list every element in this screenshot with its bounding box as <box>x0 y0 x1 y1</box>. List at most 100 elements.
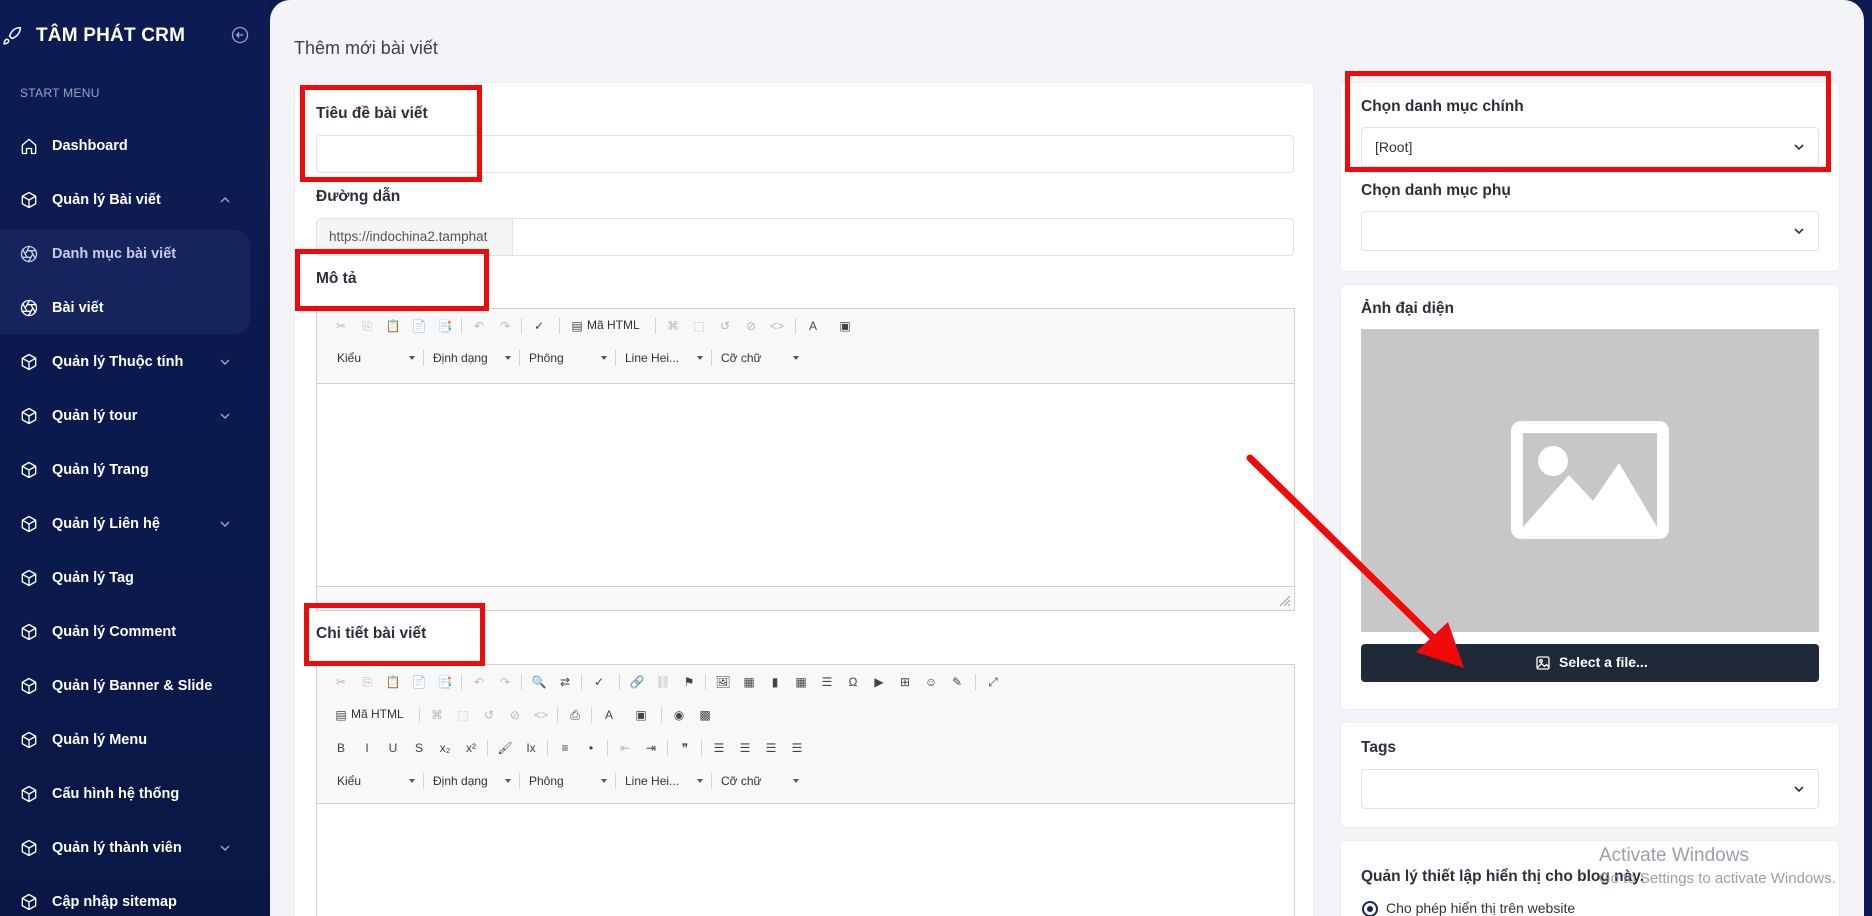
combo-4[interactable]: Cỡ chữ <box>715 348 803 368</box>
bg-color-icon[interactable]: ▣ <box>631 705 651 725</box>
combo-2[interactable]: Phông <box>523 771 611 791</box>
paste-text-icon[interactable]: 📄 <box>409 672 429 692</box>
replace-icon[interactable]: ⇄ <box>555 672 575 692</box>
indent-icon[interactable]: ⇥ <box>641 738 661 758</box>
slug-input[interactable]: https://indochina2.tamphat <box>316 218 1294 256</box>
undo-format-icon[interactable]: ↺ <box>479 705 499 725</box>
special-char-icon[interactable]: Ω <box>843 672 863 692</box>
numbered-list-icon[interactable]: ≡ <box>555 738 575 758</box>
redo-icon[interactable]: ↷ <box>495 316 515 336</box>
undo-icon[interactable]: ↶ <box>469 672 489 692</box>
undo-icon[interactable]: ↶ <box>469 316 489 336</box>
qrcode-icon[interactable]: ▩ <box>695 705 715 725</box>
cut-icon[interactable]: ✂ <box>331 316 351 336</box>
preview-icon[interactable]: ⎙ <box>565 705 585 725</box>
sidebar-item-qu-n-l-comment[interactable]: Quản lý Comment <box>0 612 270 652</box>
copy-icon[interactable]: ⎘ <box>357 316 377 336</box>
subscript-icon[interactable]: x₂ <box>435 738 455 758</box>
remove-format-icon[interactable]: ⊘ <box>741 316 761 336</box>
select-all-icon[interactable]: ⬚ <box>453 705 473 725</box>
code-icon[interactable]: <> <box>531 705 551 725</box>
link-icon[interactable]: 🔗 <box>627 672 647 692</box>
source-button[interactable]: Mã HTML <box>587 318 640 332</box>
source-button[interactable]: Mã HTML <box>351 707 404 721</box>
draw-icon[interactable]: ✎ <box>947 672 967 692</box>
combo-3[interactable]: Line Hei... <box>619 348 707 368</box>
combo-0[interactable]: Kiểu <box>331 348 419 368</box>
format-painter-icon[interactable]: 🖌 <box>495 738 515 758</box>
sidebar-item-qu-n-l-th-nh-vi-n[interactable]: Quản lý thành viên <box>0 828 270 868</box>
tags-select[interactable] <box>1361 769 1819 809</box>
spellcheck-icon[interactable]: ✓ <box>529 316 549 336</box>
emoji-icon[interactable]: ☺ <box>921 672 941 692</box>
code-icon[interactable]: <> <box>767 316 787 336</box>
sidebar-item-c-u-h-nh-h-th-ng[interactable]: Cấu hình hệ thống <box>0 774 270 814</box>
media-icon[interactable]: ▮ <box>765 672 785 692</box>
align-left-icon[interactable]: ☰ <box>709 738 729 758</box>
collapse-sidebar-icon[interactable] <box>230 25 250 45</box>
align-right-icon[interactable]: ☰ <box>761 738 781 758</box>
source-doc-icon[interactable]: ▤ <box>567 316 587 336</box>
combo-1[interactable]: Định dạng <box>427 348 515 368</box>
bullet-list-icon[interactable]: • <box>581 738 601 758</box>
combo-2[interactable]: Phông <box>523 348 611 368</box>
combo-3[interactable]: Line Hei... <box>619 771 707 791</box>
combo-0[interactable]: Kiểu <box>331 771 419 791</box>
copy-icon[interactable]: ⎘ <box>357 672 377 692</box>
find-icon[interactable]: 🔍 <box>529 672 549 692</box>
blockquote-icon[interactable]: ❞ <box>675 738 695 758</box>
underline-icon[interactable]: U <box>383 738 403 758</box>
select-all-icon[interactable]: ⬚ <box>689 316 709 336</box>
play-icon[interactable]: ◉ <box>669 705 689 725</box>
detail-content-area[interactable] <box>317 804 1294 916</box>
outdent-icon[interactable]: ⇤ <box>615 738 635 758</box>
remove-format-icon[interactable]: ⊘ <box>505 705 525 725</box>
sidebar-item-qu-n-l-li-n-h[interactable]: Quản lý Liên hệ <box>0 504 270 544</box>
bg-color-icon[interactable]: ▣ <box>835 316 855 336</box>
sidebar-item-qu-n-l-trang[interactable]: Quản lý Trang <box>0 450 270 490</box>
iframe-icon[interactable]: ⊞ <box>895 672 915 692</box>
superscript-icon[interactable]: x² <box>461 738 481 758</box>
table-icon[interactable]: ▦ <box>791 672 811 692</box>
paste-word-icon[interactable]: 📑 <box>435 316 455 336</box>
sidebar-item-danh-m-c-b-i-vi-t[interactable]: Danh mục bài viết <box>0 234 270 274</box>
find-icon[interactable]: ⌘ <box>663 316 683 336</box>
strike-icon[interactable]: S <box>409 738 429 758</box>
paste-icon[interactable]: 📋 <box>383 316 403 336</box>
combo-4[interactable]: Cỡ chữ <box>715 771 803 791</box>
sidebar-item-c-p-nh-p-sitemap[interactable]: Cập nhập sitemap <box>0 882 270 916</box>
unlink-icon[interactable]: ⛓ <box>653 672 673 692</box>
text-color-icon[interactable]: A <box>599 705 619 725</box>
brand[interactable]: TÂM PHÁT CRM <box>0 22 270 48</box>
display-on-website-radio[interactable] <box>1362 901 1378 916</box>
paste-word-icon[interactable]: 📑 <box>435 672 455 692</box>
redo-icon[interactable]: ↷ <box>495 672 515 692</box>
bold-icon[interactable]: B <box>331 738 351 758</box>
sidebar-item-qu-n-l-thu-c-t-nh[interactable]: Quản lý Thuộc tính <box>0 342 270 382</box>
description-content-area[interactable] <box>317 384 1294 586</box>
cut-icon[interactable]: ✂ <box>331 672 351 692</box>
text-color-icon[interactable]: A <box>803 316 823 336</box>
align-center-icon[interactable]: ☰ <box>735 738 755 758</box>
sub-category-select[interactable] <box>1361 211 1819 251</box>
sidebar-item-qu-n-l-tag[interactable]: Quản lý Tag <box>0 558 270 598</box>
sidebar-item-qu-n-l-banner-slide[interactable]: Quản lý Banner & Slide <box>0 666 270 706</box>
sidebar-item-dashboard[interactable]: Dashboard <box>0 126 270 166</box>
source-doc-icon[interactable]: ▤ <box>331 705 351 725</box>
sidebar-item-qu-n-l-b-i-vi-t[interactable]: Quản lý Bài viết <box>0 180 270 220</box>
paste-icon[interactable]: 📋 <box>383 672 403 692</box>
youtube-icon[interactable]: ▶ <box>869 672 889 692</box>
title-input[interactable] <box>316 135 1294 173</box>
anchor-icon[interactable]: ⚑ <box>679 672 699 692</box>
maximize-icon[interactable]: ⤢ <box>983 672 1003 692</box>
sidebar-item-qu-n-l-menu[interactable]: Quản lý Menu <box>0 720 270 760</box>
sidebar-item-qu-n-l-tour[interactable]: Quản lý tour <box>0 396 270 436</box>
hr-icon[interactable]: ☰ <box>817 672 837 692</box>
clear-format-icon[interactable]: Ix <box>521 738 541 758</box>
gallery-icon[interactable]: ▦ <box>739 672 759 692</box>
paste-text-icon[interactable]: 📄 <box>409 316 429 336</box>
undo-format-icon[interactable]: ↺ <box>715 316 735 336</box>
image-icon[interactable]: 🖼 <box>713 672 733 692</box>
italic-icon[interactable]: I <box>357 738 377 758</box>
sidebar-item-b-i-vi-t[interactable]: Bài viết <box>0 288 270 328</box>
